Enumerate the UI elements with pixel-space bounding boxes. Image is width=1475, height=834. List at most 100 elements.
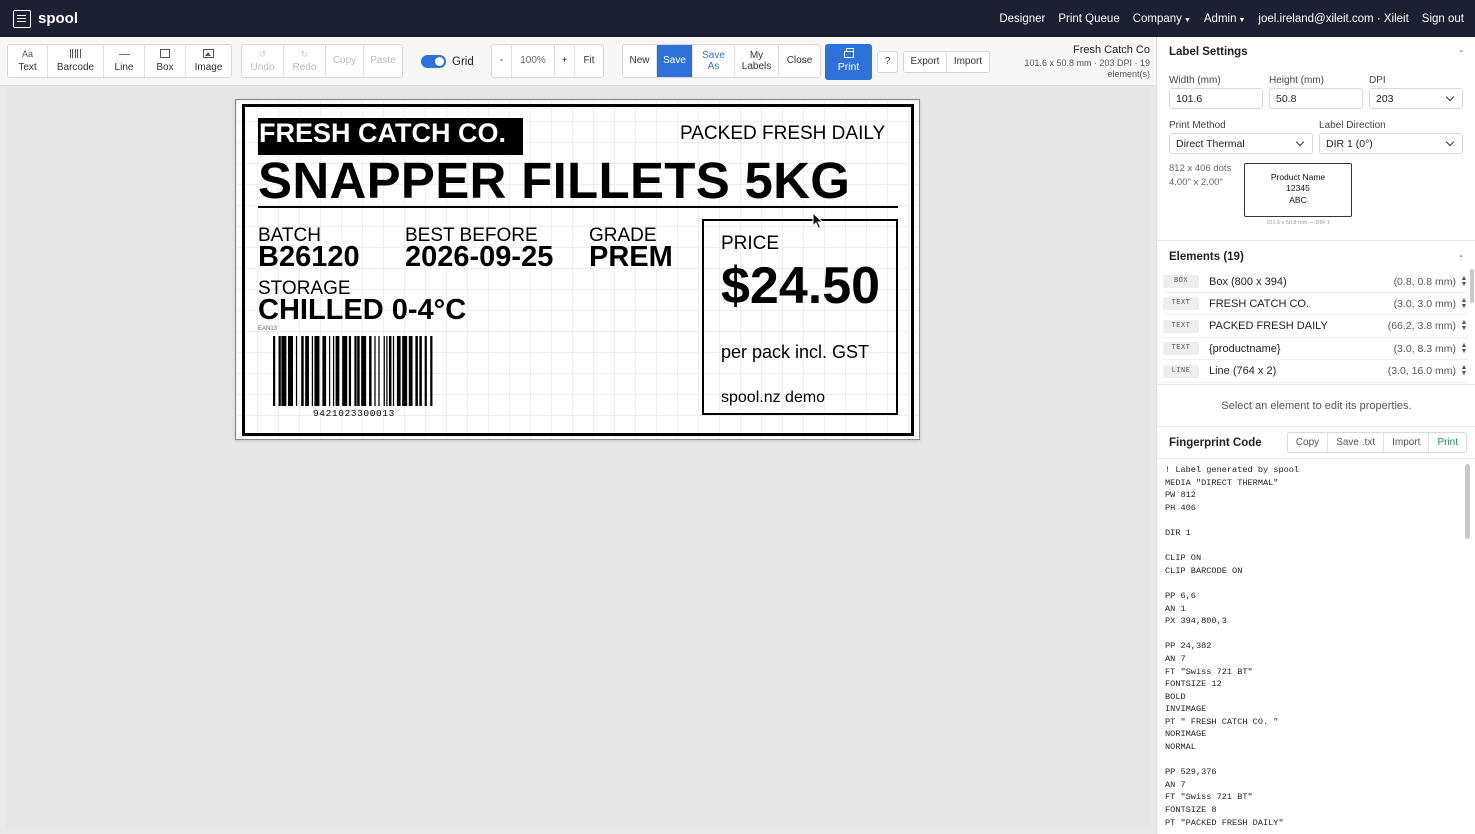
nav-designer[interactable]: Designer: [999, 13, 1045, 25]
redo-button[interactable]: ↻ Redo: [284, 45, 326, 77]
insert-tools: Aa Text Barcode Line Box Image: [7, 44, 232, 78]
nav-company[interactable]: Company ▼: [1133, 13, 1191, 25]
fingerprint-actions: Copy Save .txt Import Print: [1286, 432, 1467, 453]
sort-arrows-icon[interactable]: ▲ ▼: [1460, 364, 1468, 377]
barcode-bar: [281, 336, 287, 406]
barcode-bar: [392, 336, 395, 406]
designer-toolbar: Aa Text Barcode Line Box Image ↺ Undo ↻ …: [0, 37, 1156, 86]
code-scrollbar[interactable]: [1465, 464, 1470, 539]
select-element-hint: Select an element to edit its properties…: [1221, 400, 1412, 412]
undo-button[interactable]: ↺ Undo: [242, 45, 284, 77]
add-image-button[interactable]: Image: [186, 45, 231, 77]
width-input[interactable]: 101.6: [1169, 88, 1263, 109]
barcode-bar: [287, 336, 293, 406]
fingerprint-copy-button[interactable]: Copy: [1288, 433, 1329, 452]
nav-links: Designer Print Queue Company ▼ Admin ▼ joe…: [986, 13, 1464, 25]
save-as-button[interactable]: Save As: [693, 45, 735, 77]
barcode-bar: [361, 336, 367, 406]
label-grade-value[interactable]: PREM: [589, 241, 673, 274]
sort-arrows-icon[interactable]: ▲ ▼: [1460, 275, 1468, 288]
add-line-button[interactable]: Line: [104, 45, 145, 77]
label-settings-collapse-button[interactable]: -: [1459, 45, 1463, 57]
top-nav: spool Designer Print Queue Company ▼ Admi…: [0, 0, 1475, 37]
fingerprint-import-button[interactable]: Import: [1384, 433, 1430, 452]
fit-button[interactable]: Fit: [575, 45, 603, 77]
brand[interactable]: spool: [13, 9, 78, 28]
fingerprint-save-txt-button[interactable]: Save .txt: [1328, 433, 1385, 452]
grid-switch[interactable]: [421, 55, 446, 68]
nav-user[interactable]: joel.ireland@xileit.com · Xileit: [1258, 13, 1408, 25]
nav-print-queue[interactable]: Print Queue: [1058, 13, 1119, 25]
element-row[interactable]: TEXT FRESH CATCH CO. (3.0, 3.0 mm) ▲ ▼: [1163, 293, 1468, 316]
barcode-bar: [301, 336, 304, 406]
element-type-badge: TEXT: [1163, 297, 1199, 311]
dpi-label: DPI: [1369, 75, 1386, 86]
sort-arrows-icon[interactable]: ▲ ▼: [1460, 342, 1468, 355]
label-brand-text[interactable]: FRESH CATCH CO.: [258, 118, 523, 155]
divider: [1157, 458, 1475, 459]
line-icon: [118, 49, 130, 59]
paste-button[interactable]: Paste: [364, 45, 402, 77]
add-text-button[interactable]: Aa Text: [8, 45, 48, 77]
element-row[interactable]: LINE Line (764 x 2) (3.0, 16.0 mm) ▲ ▼: [1163, 361, 1468, 383]
label-best-before-value[interactable]: 2026-09-25: [405, 241, 553, 274]
add-box-button[interactable]: Box: [145, 45, 186, 77]
label-batch-value[interactable]: B26120: [258, 241, 360, 274]
label-divider-line[interactable]: [258, 206, 898, 208]
text-icon: Aa: [21, 48, 33, 59]
label-info-name: Fresh Catch Co: [1072, 44, 1150, 56]
zoom-in-button[interactable]: +: [555, 45, 575, 77]
dpi-select[interactable]: 203: [1369, 88, 1463, 109]
my-labels-label-1: My: [749, 49, 764, 61]
element-type-badge: TEXT: [1163, 319, 1199, 333]
label-storage-value[interactable]: CHILLED 0-4°C: [258, 294, 466, 327]
element-row[interactable]: BOX Box (800 x 394) (0.8, 0.8 mm) ▲ ▼: [1163, 271, 1468, 293]
save-button[interactable]: Save: [657, 45, 693, 77]
nav-admin-label: Admin: [1203, 12, 1237, 25]
add-text-label: Text: [18, 61, 37, 73]
fingerprint-print-button[interactable]: Print: [1429, 433, 1466, 452]
height-input[interactable]: 50.8: [1269, 88, 1363, 109]
preview-line-1: Product Name: [1270, 172, 1326, 182]
element-row[interactable]: TEXT {productname} (3.0, 8.3 mm) ▲ ▼: [1163, 338, 1468, 361]
zoom-tools: - 100% + Fit: [491, 44, 604, 78]
element-name: Box (800 x 394): [1209, 275, 1287, 288]
import-button[interactable]: Import: [947, 52, 989, 72]
label-product-text[interactable]: SNAPPER FILLETS 5KG: [258, 151, 850, 210]
label-direction-select[interactable]: DIR 1 (0°): [1319, 133, 1463, 154]
barcode-bar: [354, 336, 357, 406]
label-footer-text[interactable]: spool.nz demo: [721, 389, 825, 407]
copy-button[interactable]: Copy: [326, 45, 364, 77]
fingerprint-code-view[interactable]: ! Label generated by spool MEDIA "DIRECT…: [1165, 464, 1461, 832]
export-button[interactable]: Export: [904, 52, 947, 72]
label-price-heading[interactable]: PRICE: [721, 233, 779, 255]
label-tagline-text[interactable]: PACKED FRESH DAILY: [680, 123, 885, 145]
barcode-bar: [357, 336, 360, 406]
label-price-note[interactable]: per pack incl. GST: [721, 342, 869, 363]
sort-arrows-icon[interactable]: ▲ ▼: [1460, 297, 1468, 310]
my-labels-button[interactable]: My Labels: [735, 45, 779, 77]
nav-admin[interactable]: Admin ▼: [1204, 13, 1246, 25]
close-button[interactable]: Close: [779, 45, 820, 77]
print-button[interactable]: Print: [825, 44, 872, 80]
elements-scrollbar[interactable]: [1470, 269, 1474, 303]
barcode-bar: [335, 336, 340, 406]
print-method-select[interactable]: Direct Thermal: [1169, 133, 1313, 154]
sort-arrows-icon[interactable]: ▲ ▼: [1460, 319, 1468, 332]
label-barcode[interactable]: [273, 336, 433, 406]
nav-company-label: Company: [1132, 12, 1182, 25]
add-barcode-button[interactable]: Barcode: [48, 45, 104, 77]
fingerprint-title: Fingerprint Code: [1169, 437, 1262, 449]
nav-sign-out[interactable]: Sign out: [1422, 13, 1464, 25]
new-button[interactable]: New: [623, 45, 657, 77]
help-button[interactable]: ?: [878, 52, 897, 72]
add-line-label: Line: [114, 61, 134, 73]
grid-toggle[interactable]: Grid: [421, 55, 474, 68]
label-price-value[interactable]: $24.50: [721, 256, 880, 316]
element-row[interactable]: TEXT PACKED FRESH DAILY (66.2, 3.8 mm) ▲ ▼: [1163, 316, 1468, 338]
zoom-out-button[interactable]: -: [492, 45, 512, 77]
barcode-bar: [430, 336, 433, 406]
save-as-label-2: As: [707, 61, 720, 72]
elements-collapse-button[interactable]: -: [1459, 250, 1463, 262]
element-name: PACKED FRESH DAILY: [1209, 320, 1328, 333]
